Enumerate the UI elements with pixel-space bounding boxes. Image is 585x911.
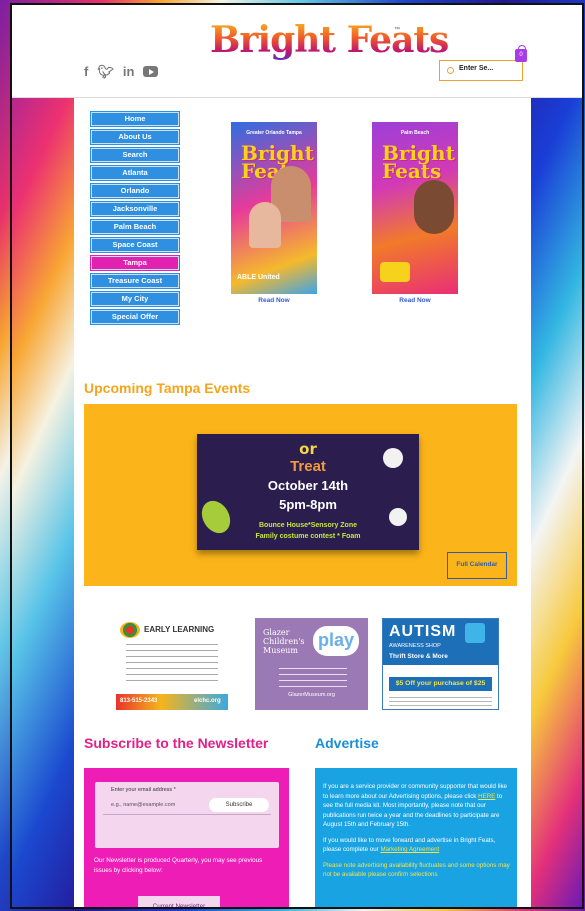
media-kit-link[interactable]: HERE <box>478 793 495 800</box>
newsletter-heading: Subscribe to the Newsletter <box>84 735 269 751</box>
cart-count: 0 <box>519 52 523 58</box>
advertise-panel: If you are a service provider or communi… <box>315 768 517 907</box>
linkedin-icon[interactable]: in <box>123 64 135 80</box>
ad-offer: $5 Off your purchase of $25 <box>389 677 492 691</box>
cover-badge <box>380 262 410 282</box>
main-content: Home About Us Search Atlanta Orlando Jac… <box>74 98 531 907</box>
newsletter-panel: Enter your email address * e.g., name@ex… <box>84 768 289 907</box>
ad-body-text <box>279 668 347 688</box>
ad-subtitle: AWARENESS SHOP <box>389 643 441 649</box>
email-label: Enter your email address * <box>111 787 176 793</box>
ad-title: Glazer Children's Museum <box>263 628 305 655</box>
current-newsletter-button[interactable]: Current Newsletter <box>138 896 220 907</box>
newsletter-form: Enter your email address * e.g., name@ex… <box>95 782 279 848</box>
ad-title: EARLY LEARNING <box>144 625 215 634</box>
flower-logo-icon <box>120 622 140 638</box>
cover-sponsor: ABLE United <box>237 274 280 281</box>
email-field[interactable]: e.g., name@example.com <box>111 802 175 808</box>
ad-title: AUTISM <box>389 623 457 640</box>
read-now-link-1[interactable]: Read Now <box>231 297 317 304</box>
nav-item-tampa[interactable]: Tampa <box>91 256 179 270</box>
search-icon <box>447 67 454 74</box>
flyer-time: 5pm-8pm <box>279 497 337 512</box>
read-now-link-2[interactable]: Read Now <box>372 297 458 304</box>
nav-item-home[interactable]: Home <box>91 112 179 126</box>
page-frame: Bright Feats ™ f 🐦︎ in Enter Se... 0 Hom… <box>10 3 584 909</box>
ad-fineprint <box>389 697 492 707</box>
facebook-icon[interactable]: f <box>84 64 88 80</box>
divider <box>103 814 271 815</box>
cover-image: Greater Orlando Tampa Bright Feats ABLE … <box>231 122 317 294</box>
cover-brand: Bright Feats <box>382 141 455 183</box>
magazine-cover-1[interactable]: Greater Orlando Tampa Bright Feats ABLE … <box>231 122 317 294</box>
cover-title: Greater Orlando Tampa <box>246 130 302 136</box>
nav-item-space-coast[interactable]: Space Coast <box>91 238 179 252</box>
search-placeholder: Enter Se... <box>459 65 494 72</box>
play-logo: play <box>313 626 359 656</box>
ad-subtitle-2: Thrift Store & More <box>389 653 448 660</box>
newsletter-note: Our Newsletter is produced Quarterly, yo… <box>94 857 263 874</box>
subscribe-button[interactable]: Subscribe <box>209 798 269 812</box>
flyer-date: October 14th <box>267 478 349 493</box>
youtube-icon[interactable] <box>143 66 159 77</box>
cover-image: Palm Beach Bright Feats <box>372 122 458 294</box>
advertise-paragraph: If you are a service provider or communi… <box>323 782 511 830</box>
flyer-line: Treat <box>290 458 326 475</box>
site-header: Bright Feats ™ f 🐦︎ in Enter Se... 0 <box>12 5 582 98</box>
ad-phone: 813-515-2343 <box>120 698 158 704</box>
nav-item-special-offer[interactable]: Special Offer <box>91 310 179 324</box>
advertise-text: If you are a service provider or communi… <box>323 782 511 886</box>
events-panel: or Treat October 14th 5pm-8pm Bounce Hou… <box>84 404 517 586</box>
cover-photo-girl <box>249 202 281 248</box>
ad-early-learning[interactable]: EARLY LEARNING 813-515-2343 elchc.org <box>116 618 228 710</box>
flyer-detail: Family costume contest * Foam <box>255 533 361 540</box>
ad-site: elchc.org <box>194 698 221 704</box>
ad-autism-shop[interactable]: AUTISM AWARENESS SHOP Thrift Store & Mor… <box>382 618 499 710</box>
social-links: f 🐦︎ in <box>84 64 159 80</box>
nav-item-treasure-coast[interactable]: Treasure Coast <box>91 274 179 288</box>
nav-item-search[interactable]: Search <box>91 148 179 162</box>
advertise-heading: Advertise <box>315 735 379 751</box>
ad-glazer-museum[interactable]: Glazer Children's Museum play GlazerMuse… <box>255 618 368 710</box>
nav-item-about[interactable]: About Us <box>91 130 179 144</box>
ad-site: GlazerMuseum.org <box>288 692 335 698</box>
cover-title: Palm Beach <box>400 130 430 136</box>
flyer-detail: Bounce House*Sensory Zone <box>258 522 358 529</box>
cover-photo-child <box>414 180 454 234</box>
nav-item-atlanta[interactable]: Atlanta <box>91 166 179 180</box>
nav-item-palm-beach[interactable]: Palm Beach <box>91 220 179 234</box>
nav-item-my-city[interactable]: My City <box>91 292 179 306</box>
marketing-agreement-link[interactable]: Marketing Agreement <box>380 846 439 853</box>
advertise-paragraph: If you would like to move forward and ad… <box>323 836 511 855</box>
nav-item-jacksonville[interactable]: Jacksonville <box>91 202 179 216</box>
advertise-note: Please note advertising availability flu… <box>323 861 510 879</box>
cart-icon[interactable]: 0 <box>515 45 527 62</box>
search-input[interactable]: Enter Se... <box>439 60 523 81</box>
flyer-line: or <box>299 440 317 458</box>
events-heading: Upcoming Tampa Events <box>84 380 251 396</box>
site-logo[interactable]: Bright Feats <box>210 19 449 61</box>
trademark-mark: ™ <box>394 27 400 33</box>
event-flyer[interactable]: or Treat October 14th 5pm-8pm Bounce Hou… <box>196 434 419 550</box>
nav-item-orlando[interactable]: Orlando <box>91 184 179 198</box>
puzzle-icon <box>465 623 485 643</box>
ad-body-text <box>126 644 218 684</box>
full-calendar-button[interactable]: Full Calendar <box>447 552 507 579</box>
city-nav: Home About Us Search Atlanta Orlando Jac… <box>91 112 179 328</box>
twitter-icon[interactable]: 🐦︎ <box>97 64 114 80</box>
magazine-cover-2[interactable]: Palm Beach Bright Feats <box>372 122 458 294</box>
